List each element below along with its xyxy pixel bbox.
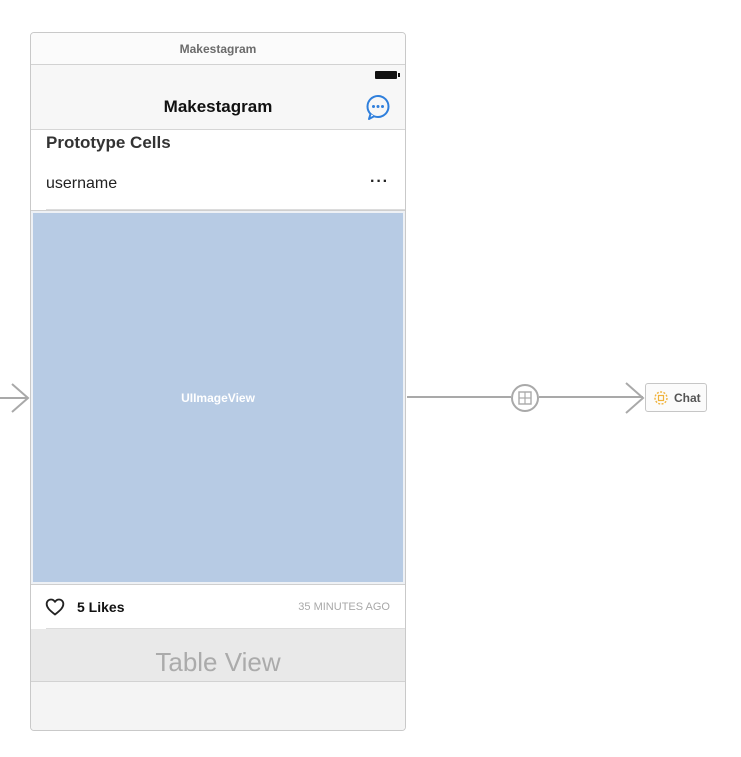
scene-title: Makestagram <box>179 41 257 56</box>
view-controller-icon <box>654 390 668 405</box>
table-view[interactable]: Table View <box>31 629 405 682</box>
table-view-label: Table View <box>155 646 281 677</box>
more-options-button[interactable]: ··· <box>370 173 389 191</box>
time-ago-label: 35 MINUTES AGO <box>298 601 390 613</box>
post-header-cell[interactable]: username ··· <box>31 163 405 210</box>
segue-icon[interactable] <box>511 384 539 412</box>
post-image-cell[interactable]: UIImageView <box>31 210 405 585</box>
entry-point-arrow[interactable] <box>0 382 30 414</box>
post-action-cell[interactable]: 5 Likes 35 MINUTES AGO <box>31 585 405 629</box>
nav-title: Makestagram <box>163 97 273 116</box>
makestagram-scene[interactable]: Makestagram Makestagram Prototype Cells … <box>30 32 406 731</box>
heart-icon[interactable] <box>45 597 65 617</box>
chat-bubble-icon[interactable] <box>365 94 391 120</box>
prototype-cells-label: Prototype Cells <box>46 133 171 152</box>
show-segue[interactable] <box>407 381 645 415</box>
scene-bottom-area <box>31 682 405 730</box>
battery-icon <box>375 71 400 79</box>
navigation-bar[interactable]: Makestagram <box>31 85 405 130</box>
chat-scene-label: Chat <box>674 390 701 405</box>
username-label: username <box>46 175 118 192</box>
image-view-placeholder: UIImageView <box>181 390 255 405</box>
post-image-view[interactable]: UIImageView <box>33 213 403 582</box>
likes-count-label: 5 Likes <box>77 599 125 615</box>
scene-title-bar[interactable]: Makestagram <box>31 33 405 65</box>
status-bar <box>31 65 405 85</box>
chat-scene-node[interactable]: Chat <box>645 383 707 412</box>
